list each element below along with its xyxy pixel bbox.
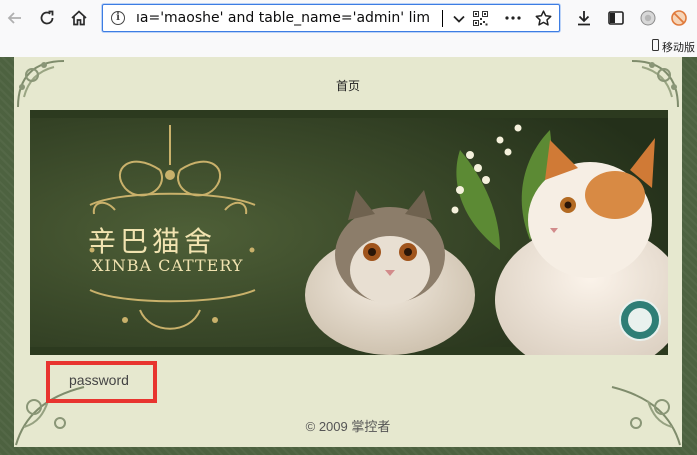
sidebar-icon <box>608 11 624 25</box>
chevron-down-icon[interactable] <box>452 12 466 26</box>
back-arrow-icon <box>7 12 21 24</box>
more-actions-icon[interactable] <box>505 16 521 20</box>
bookmark-star-icon[interactable] <box>535 10 552 27</box>
blocked-icon <box>671 10 687 26</box>
page-viewport: 首页 辛巴猫舍 XINBA CATTERY password © 2009 掌控… <box>0 57 697 455</box>
extension-globe-icon <box>640 10 656 26</box>
back-button[interactable] <box>2 5 28 31</box>
qr-code-icon[interactable] <box>473 11 488 26</box>
blocker-extension-button[interactable] <box>666 5 692 31</box>
sidebar-button[interactable] <box>603 5 629 31</box>
mobile-version-link[interactable]: 移动版 <box>662 39 695 55</box>
downloads-button[interactable] <box>571 5 597 31</box>
banner-title-english: XINBA CATTERY <box>92 256 244 275</box>
home-button[interactable] <box>66 5 92 31</box>
reload-icon <box>40 10 54 25</box>
text-caret <box>442 10 443 27</box>
address-bar-text[interactable]: ıa='maoshe' and table_name='admin' limit… <box>136 10 431 26</box>
reload-button[interactable] <box>34 5 60 31</box>
browser-toolbar: i ıa='maoshe' and table_name='admin' lim… <box>0 0 697 37</box>
extension-button[interactable] <box>635 5 661 31</box>
address-bar[interactable]: i ıa='maoshe' and table_name='admin' lim… <box>102 4 560 32</box>
home-icon <box>71 10 87 26</box>
red-highlight-box <box>46 361 157 403</box>
mobile-phone-icon <box>652 39 659 51</box>
download-icon <box>578 11 590 26</box>
banner-title-chinese: 辛巴猫舍 <box>88 225 217 258</box>
info-icon[interactable]: i <box>111 11 125 25</box>
bookmarks-bar: 移动版 <box>0 37 697 58</box>
page-content: 首页 辛巴猫舍 XINBA CATTERY password © 2009 掌控… <box>14 57 682 447</box>
cattery-banner: 辛巴猫舍 XINBA CATTERY <box>30 110 668 355</box>
nav-home-link[interactable]: 首页 <box>14 77 682 94</box>
copyright-footer: © 2009 掌控者 <box>305 419 391 434</box>
